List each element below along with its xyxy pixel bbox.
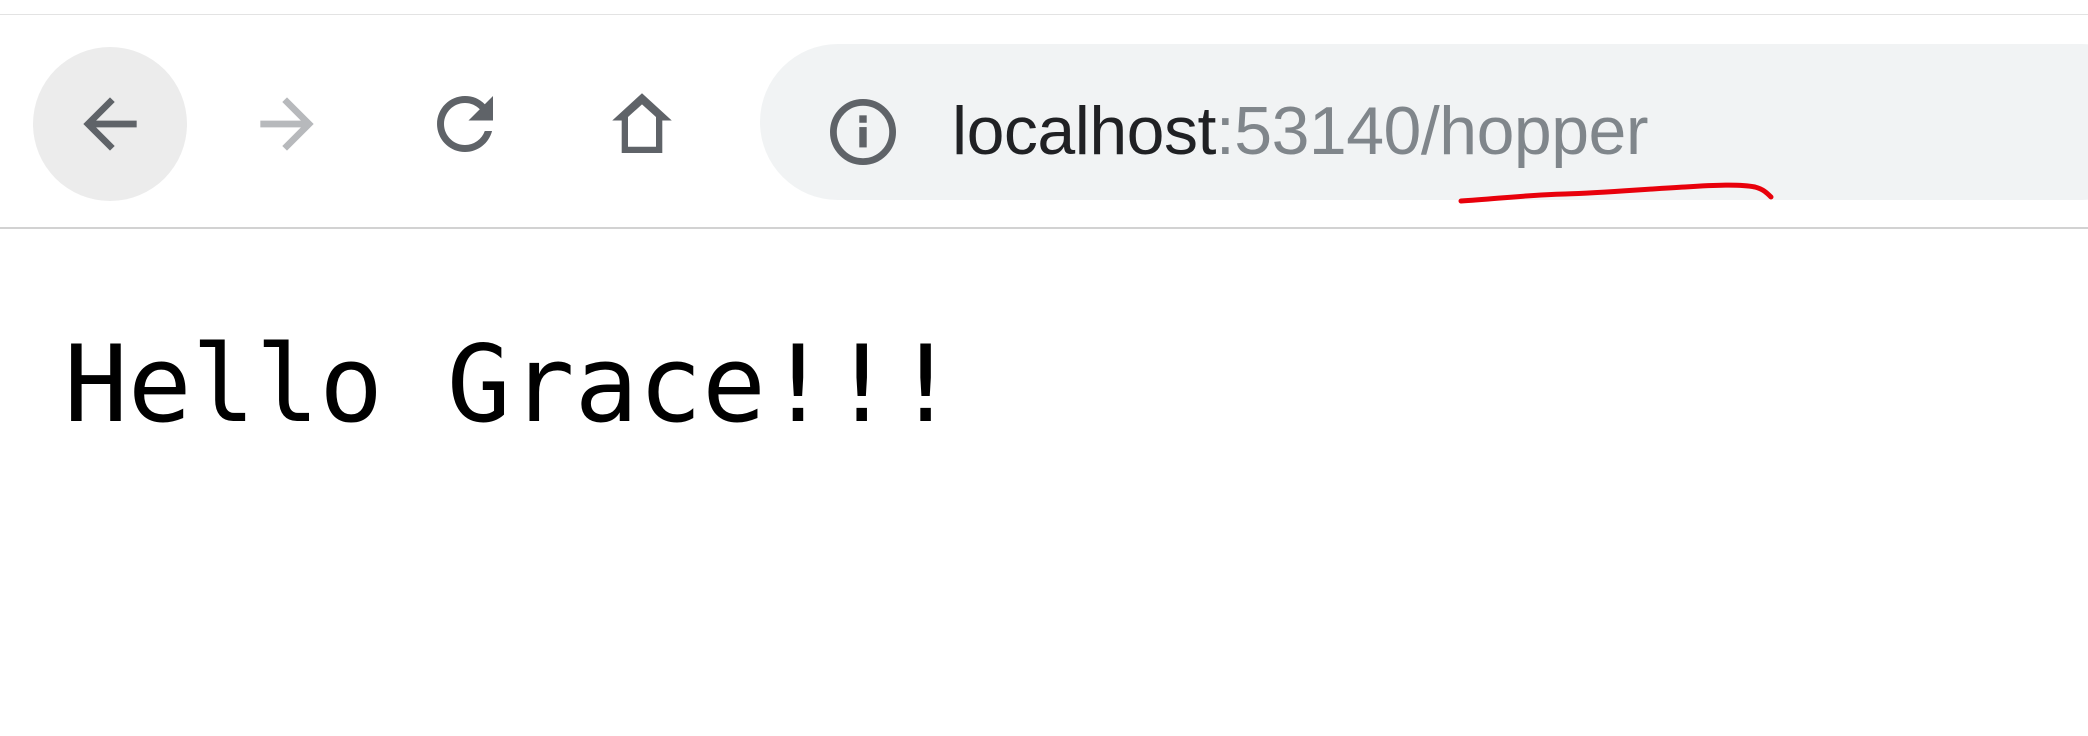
page-content: Hello Grace!!! [0,229,2088,736]
home-button[interactable] [565,47,719,201]
reload-icon [437,96,493,152]
home-icon [612,93,672,154]
red-underline-annotation [1458,182,1774,204]
browser-toolbar: localhost:53140/hopper [0,15,2088,229]
forward-button[interactable] [210,47,364,201]
browser-window: localhost:53140/hopper Hello Grace!!! [0,0,2088,736]
arrow-left-icon [83,97,137,151]
url-text[interactable]: localhost:53140/hopper [952,89,1649,173]
greeting-text: Hello Grace!!! [64,323,958,446]
back-button[interactable] [33,47,187,201]
tab-strip-edge [0,0,2088,15]
url-host: localhost [952,93,1216,169]
url-port-path: :53140/hopper [1215,93,1649,169]
info-icon[interactable] [826,95,900,169]
arrow-right-icon [260,97,314,151]
reload-button[interactable] [388,47,542,201]
